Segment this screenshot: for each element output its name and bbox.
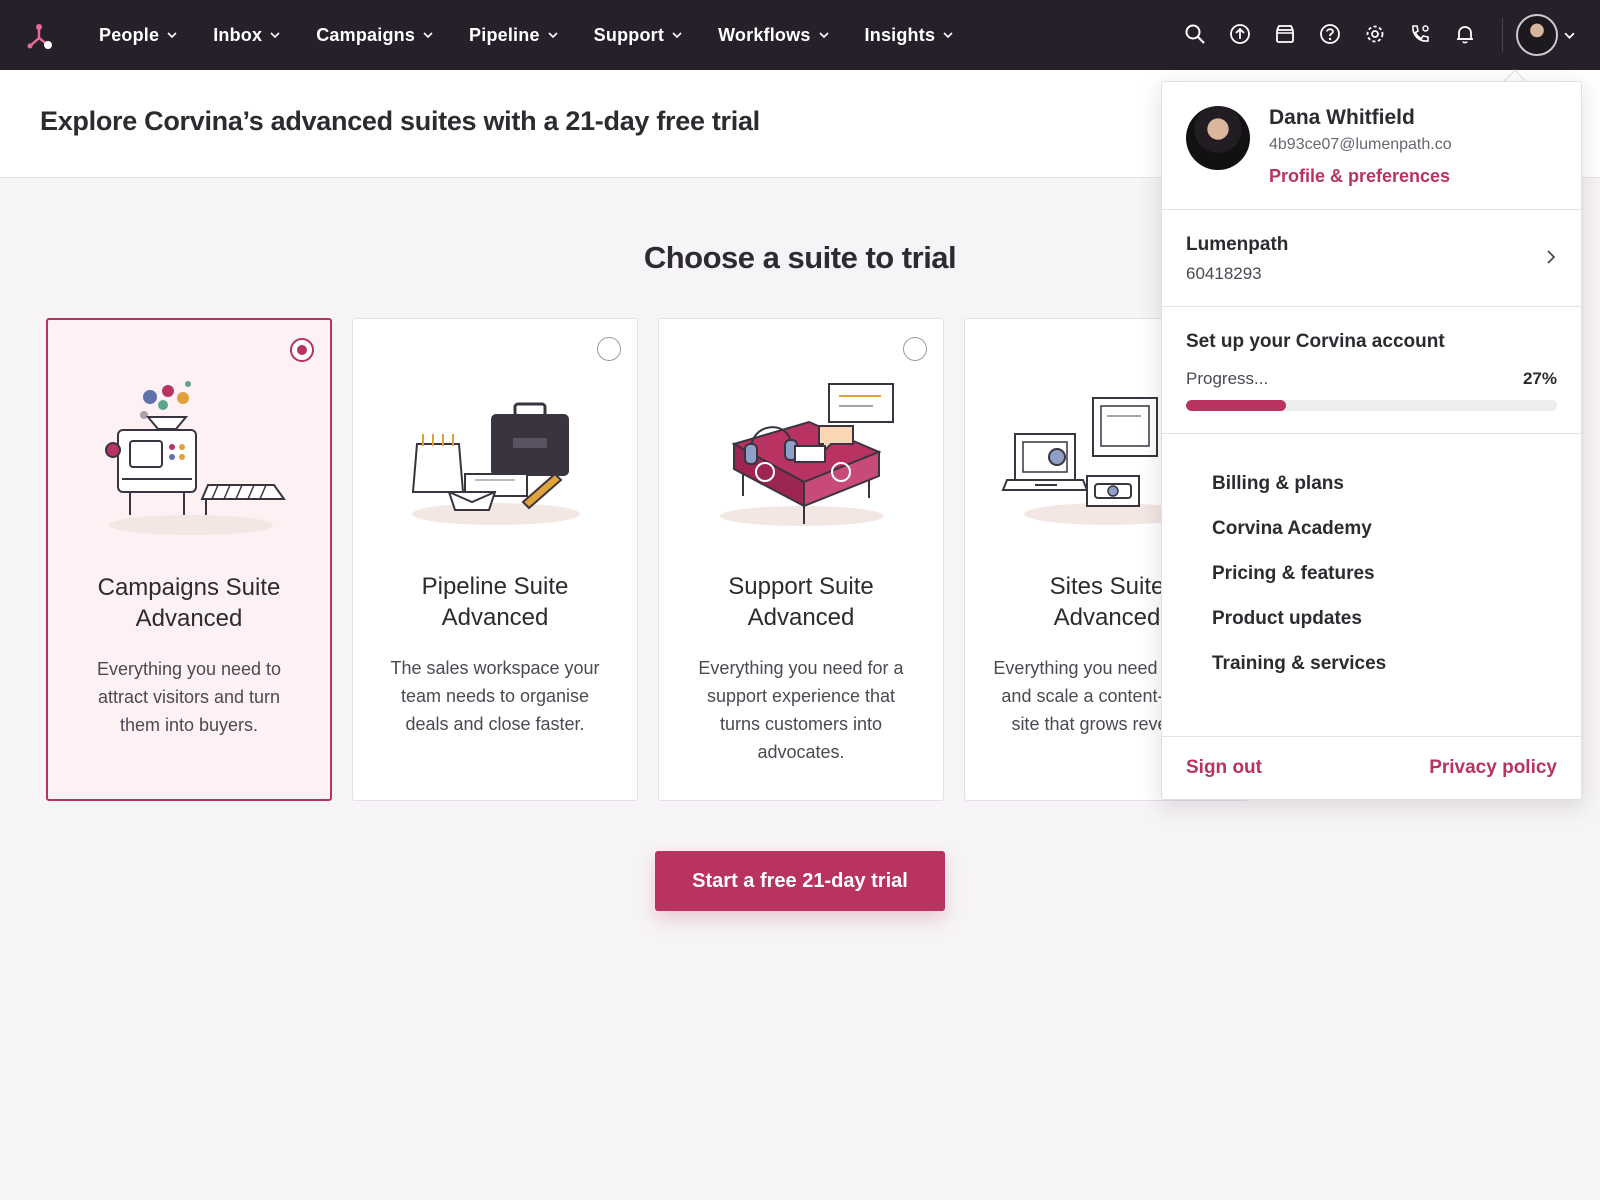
- nav-people-label: People: [99, 24, 160, 45]
- suite-title-line2: Advanced: [747, 604, 855, 631]
- suite-radio-pipeline[interactable]: [597, 337, 621, 361]
- sign-out-link[interactable]: Sign out: [1186, 757, 1262, 779]
- account-menu-button[interactable]: [1516, 14, 1575, 56]
- product-updates-link[interactable]: Product updates: [1212, 607, 1386, 652]
- account-id: 60418293: [1186, 264, 1262, 283]
- training-services-link[interactable]: Training & services: [1212, 652, 1386, 697]
- suite-radio-campaigns[interactable]: [290, 338, 314, 362]
- nav-support[interactable]: Support: [594, 25, 682, 46]
- banner-title: Explore Corvina’s advanced suites with a…: [40, 106, 760, 136]
- suite-title-line2: Advanced: [441, 604, 549, 631]
- suite-card-description: Everything you need to attract visitors …: [96, 659, 282, 735]
- suite-card-title: Pipeline Suite Advanced: [363, 571, 627, 633]
- setup-title: Set up your Corvina account: [1186, 331, 1445, 352]
- sprocket-logo-icon[interactable]: [24, 20, 56, 52]
- user-name: Dana Whitfield: [1269, 106, 1415, 129]
- nav-people[interactable]: People: [99, 25, 177, 46]
- suite-card-campaigns[interactable]: Campaigns Suite Advanced Everything you …: [46, 318, 332, 801]
- billing-plans-link[interactable]: Billing & plans: [1212, 472, 1386, 517]
- progress-percent: 27%: [1522, 369, 1557, 388]
- nav-inbox-label: Inbox: [213, 24, 263, 45]
- top-navigation-bar: People Inbox Campaigns Pipeline Support …: [0, 0, 1600, 70]
- suite-card-title: Support Suite Advanced: [669, 571, 933, 633]
- calling-icon[interactable]: [1408, 22, 1432, 46]
- nav-pipeline[interactable]: Pipeline: [469, 25, 558, 46]
- suite-radio-support[interactable]: [903, 337, 927, 361]
- avatar: [1516, 14, 1558, 56]
- suite-title-line1: Pipeline Suite: [421, 573, 569, 600]
- chevron-down-icon: [548, 32, 558, 39]
- suite-title-line2: Advanced: [135, 605, 243, 632]
- account-setup-section[interactable]: Set up your Corvina account Progress... …: [1162, 307, 1581, 434]
- avatar: [1186, 106, 1250, 170]
- settings-icon[interactable]: [1363, 22, 1387, 46]
- suite-card-title: Campaigns Suite Advanced: [58, 572, 320, 634]
- pipeline-illustration-icon: [411, 402, 580, 525]
- privacy-policy-link[interactable]: Privacy policy: [1429, 757, 1557, 779]
- chevron-down-icon: [672, 32, 682, 39]
- suite-card-description: Everything you need for a support experi…: [698, 658, 904, 762]
- dropdown-links: Billing & plans Corvina Academy Pricing …: [1212, 472, 1386, 697]
- upgrade-icon[interactable]: [1228, 22, 1252, 46]
- nav-insights-label: Insights: [864, 24, 936, 45]
- nav-inbox[interactable]: Inbox: [213, 25, 280, 46]
- suite-card-pipeline[interactable]: Pipeline Suite Advanced The sales worksp…: [352, 318, 638, 801]
- nav-workflows-label: Workflows: [718, 24, 811, 45]
- profile-section: Dana Whitfield 4b93ce07@lumenpath.co Pro…: [1162, 82, 1581, 210]
- nav-workflows[interactable]: Workflows: [718, 24, 829, 46]
- nav-pipeline-label: Pipeline: [469, 24, 540, 45]
- nav-insights[interactable]: Insights: [865, 25, 954, 46]
- help-icon[interactable]: [1318, 22, 1342, 46]
- academy-link[interactable]: Corvina Academy: [1212, 517, 1386, 562]
- chevron-down-icon: [818, 32, 829, 39]
- chevron-down-icon: [1564, 32, 1575, 39]
- chevron-down-icon: [270, 32, 280, 39]
- nav-utility-icons: [1183, 22, 1498, 46]
- chevron-down-icon: [943, 32, 953, 39]
- marketplace-icon[interactable]: [1273, 22, 1297, 46]
- nav-divider: [1502, 18, 1503, 52]
- progress-label: Progress...: [1186, 369, 1269, 388]
- pricing-features-link[interactable]: Pricing & features: [1212, 562, 1386, 607]
- main-nav-menu: People Inbox Campaigns Pipeline Support …: [99, 0, 989, 70]
- search-icon[interactable]: [1183, 22, 1207, 46]
- chevron-down-icon: [423, 32, 433, 39]
- suite-title-line1: Campaigns Suite: [97, 574, 281, 601]
- nav-campaigns-label: Campaigns: [316, 24, 416, 45]
- user-email: 4b93ce07@lumenpath.co: [1269, 136, 1452, 153]
- notifications-icon[interactable]: [1453, 22, 1477, 46]
- chevron-down-icon: [167, 32, 177, 39]
- profile-preferences-link[interactable]: Profile & preferences: [1269, 166, 1450, 187]
- account-switcher[interactable]: Lumenpath 60418293: [1162, 210, 1581, 307]
- nav-support-label: Support: [593, 24, 665, 45]
- account-name: Lumenpath: [1186, 234, 1289, 255]
- suite-card-support[interactable]: Support Suite Advanced Everything you ne…: [658, 318, 944, 801]
- start-trial-button[interactable]: Start a free 21-day trial: [655, 851, 945, 911]
- progress-bar-fill: [1186, 400, 1287, 411]
- chevron-right-icon: [1547, 250, 1556, 264]
- account-dropdown: Dana Whitfield 4b93ce07@lumenpath.co Pro…: [1161, 81, 1582, 800]
- suite-title-line1: Support Suite: [728, 573, 874, 600]
- dropdown-footer: Sign out Privacy policy: [1162, 736, 1581, 799]
- campaigns-illustration-icon: [105, 381, 286, 535]
- support-illustration-icon: [720, 383, 894, 526]
- suite-card-description: The sales workspace your team needs to o…: [390, 658, 600, 734]
- nav-campaigns[interactable]: Campaigns: [316, 25, 433, 46]
- progress-bar: [1186, 400, 1557, 411]
